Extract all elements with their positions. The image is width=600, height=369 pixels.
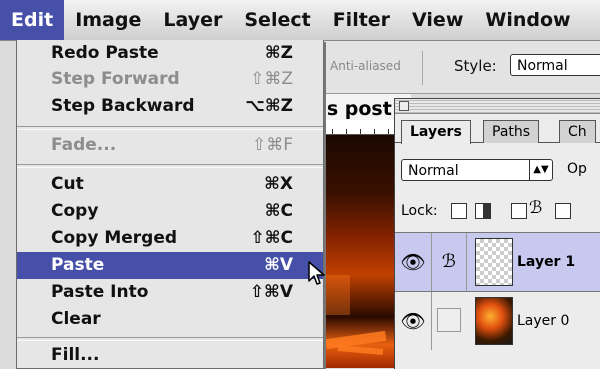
layer-thumbnail	[475, 297, 513, 345]
opacity-label: Op	[567, 161, 587, 177]
menu-item-label: Copy Merged	[51, 228, 178, 248]
menu-item-label: Paste	[51, 255, 105, 275]
eye-icon[interactable]: 👁	[395, 233, 432, 291]
menu-item-shortcut: ⇧⌘F	[251, 135, 293, 155]
tab-paths[interactable]: Paths	[483, 120, 540, 143]
menu-item-fill[interactable]: Fill...	[17, 342, 323, 369]
menu-bar: Edit Image Layer Select Filter View Wind…	[0, 0, 600, 41]
layer-name: Layer 1	[517, 254, 576, 270]
menu-item-cut[interactable]: Cut ⌘X	[17, 171, 323, 198]
menu-item-label: Cut	[51, 174, 84, 194]
brush-icon[interactable]: ℬ	[432, 233, 467, 291]
layer-name: Layer 0	[517, 313, 570, 329]
layer-row[interactable]: 👁 Layer 0	[395, 292, 600, 350]
lock-position-checkbox[interactable]	[511, 203, 527, 219]
lock-image-checkbox[interactable]	[475, 203, 491, 219]
tab-channels[interactable]: Ch	[559, 120, 596, 143]
blend-mode-value: Normal	[408, 163, 459, 179]
menu-item-shortcut: ⌘V	[264, 255, 293, 275]
menu-item-step-forward: Step Forward ⇧⌘Z	[17, 66, 323, 93]
menu-item-step-backward[interactable]: Step Backward ⌥⌘Z	[17, 93, 323, 120]
menu-item-shortcut: ⌘C	[264, 201, 293, 221]
options-bar: Anti-aliased Style: Normal	[318, 41, 600, 94]
palette-tabs: Layers Paths Ch	[395, 114, 600, 144]
menu-item-shortcut: ⇧⌘Z	[250, 69, 293, 89]
layer-row[interactable]: 👁 ℬ Layer 1	[395, 233, 600, 291]
menu-edit[interactable]: Edit	[0, 0, 65, 40]
menu-view[interactable]: View	[401, 0, 474, 40]
menu-layer[interactable]: Layer	[152, 0, 233, 40]
menu-separator	[17, 337, 323, 341]
menu-item-label: Fill...	[51, 345, 100, 365]
style-label: Style:	[454, 57, 497, 75]
edit-menu: Redo Paste ⌘Z Step Forward ⇧⌘Z Step Back…	[16, 40, 324, 369]
menu-item-copy[interactable]: Copy ⌘C	[17, 198, 323, 225]
link-box[interactable]	[437, 308, 461, 332]
menu-item-redo-paste[interactable]: Redo Paste ⌘Z	[17, 40, 323, 67]
menu-select[interactable]: Select	[233, 0, 321, 40]
document-canvas[interactable]	[318, 135, 396, 368]
menu-item-label: Redo Paste	[51, 43, 159, 63]
lock-all-checkbox[interactable]	[555, 203, 571, 219]
menu-item-shortcut: ⌘Z	[264, 43, 293, 63]
menu-window[interactable]: Window	[474, 0, 581, 40]
menu-item-label: Step Backward	[51, 96, 195, 116]
menu-item-label: Clear	[51, 309, 101, 329]
menu-item-label: Paste Into	[51, 282, 149, 302]
menu-item-shortcut: ⌥⌘Z	[245, 96, 293, 116]
lock-label: Lock:	[401, 203, 438, 219]
eye-icon[interactable]: 👁	[395, 292, 432, 350]
close-box-icon[interactable]	[399, 101, 409, 111]
menu-item-clear[interactable]: Clear	[17, 306, 323, 333]
menu-item-label: Step Forward	[51, 69, 180, 89]
menu-item-copy-merged[interactable]: Copy Merged ⇧⌘C	[17, 225, 323, 252]
menu-separator	[17, 126, 323, 130]
mouse-pointer-icon	[308, 261, 325, 285]
tab-layers[interactable]: Layers	[401, 120, 471, 144]
lock-transparency-checkbox[interactable]	[451, 203, 467, 219]
menu-item-shortcut: ⇧⌘V	[249, 282, 293, 302]
layers-palette: Layers Paths Ch Normal ▲▼ Op Lock: ℬ 👁 ℬ…	[394, 98, 600, 369]
brush-lock-icon: ℬ	[529, 198, 543, 218]
anti-aliased-option[interactable]: Anti-aliased	[330, 59, 401, 73]
menu-item-shortcut: ⌘X	[264, 174, 293, 194]
updown-arrow-icon: ▲▼	[529, 160, 552, 180]
menu-separator	[17, 164, 323, 168]
menu-item-paste-into[interactable]: Paste Into ⇧⌘V	[17, 279, 323, 306]
menu-image[interactable]: Image	[64, 0, 152, 40]
horizontal-ruler	[318, 120, 398, 135]
menu-item-paste[interactable]: Paste ⌘V	[17, 252, 323, 279]
layer-thumbnail	[475, 238, 513, 286]
menu-filter[interactable]: Filter	[322, 0, 401, 40]
style-select[interactable]: Normal	[510, 54, 600, 76]
menu-item-shortcut: ⇧⌘C	[250, 228, 294, 248]
menu-item-label: Fade...	[51, 135, 117, 155]
palette-title-bar[interactable]	[395, 99, 600, 114]
options-divider	[422, 51, 423, 85]
blend-mode-select[interactable]: Normal ▲▼	[401, 159, 553, 181]
menu-item-label: Copy	[51, 201, 99, 221]
menu-item-fade: Fade... ⇧⌘F	[17, 132, 323, 159]
